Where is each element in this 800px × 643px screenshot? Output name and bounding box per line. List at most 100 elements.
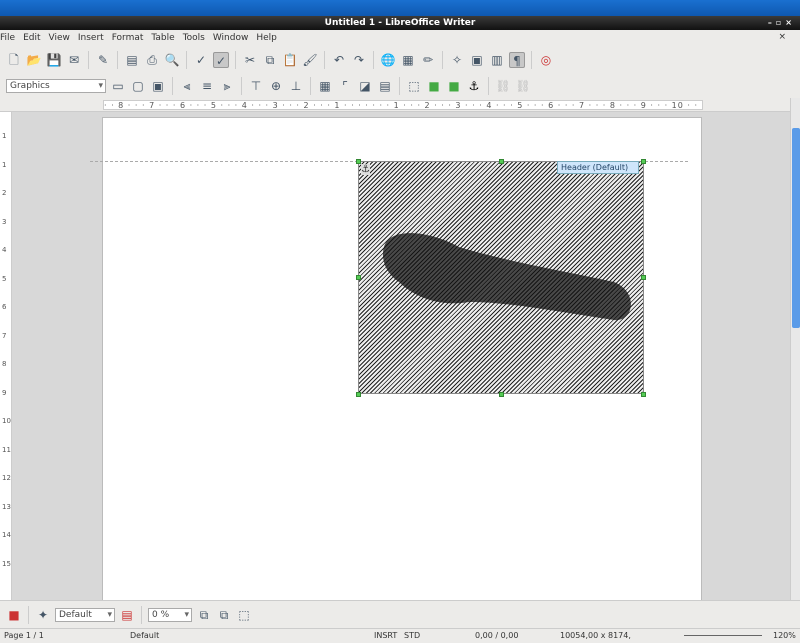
print-preview-icon[interactable]: 🔍	[164, 52, 180, 68]
undo-icon[interactable]: ↶	[331, 52, 347, 68]
wrap-through-icon[interactable]: ▣	[150, 78, 166, 94]
window-controls[interactable]: –▫×	[768, 16, 796, 30]
header-tag[interactable]: Header (Default)	[557, 161, 639, 174]
borders-icon[interactable]: ▦	[317, 78, 333, 94]
title-bar: Untitled 1 - LibreOffice Writer –▫×	[0, 16, 800, 30]
data-sources-icon[interactable]: ▥	[489, 52, 505, 68]
zoom-slider[interactable]	[684, 635, 762, 636]
graphics-mode-select[interactable]: Default	[55, 607, 115, 622]
align-right-icon[interactable]: ⫸	[219, 78, 235, 94]
filter-icon[interactable]: ✦	[35, 607, 51, 623]
ruler-tick-label: 7	[2, 331, 7, 340]
border-style-icon[interactable]: ⌜	[337, 78, 353, 94]
resize-handle[interactable]	[641, 159, 646, 164]
menu-view[interactable]: View	[49, 33, 70, 43]
desktop-panel	[0, 0, 800, 16]
resize-handle[interactable]	[356, 159, 361, 164]
ruler-tick-label: 14	[2, 531, 11, 539]
graphics-mode-icon[interactable]: ■	[6, 607, 22, 623]
resize-handle[interactable]	[499, 392, 504, 397]
resize-handle[interactable]	[641, 392, 646, 397]
shoe-shape	[382, 233, 631, 321]
color-icon[interactable]: ▤	[119, 607, 135, 623]
align-middle-icon[interactable]: ⊕	[268, 78, 284, 94]
unlink-frames-icon: ⛓	[495, 79, 511, 93]
menu-help[interactable]: Help	[256, 33, 277, 43]
menu-insert[interactable]: Insert	[78, 33, 104, 43]
horizontal-ruler[interactable]: · · 8 · · · 7 · · · 6 · · · 5 · · · 4 · …	[0, 98, 800, 112]
ruler-tick-label: 13	[2, 502, 11, 511]
transparency-field[interactable]: 0 %	[148, 607, 192, 622]
navigator-icon[interactable]: ✧	[449, 52, 465, 68]
ruler-tick-label: 8	[2, 360, 7, 368]
print-icon[interactable]: ⎙	[144, 52, 160, 68]
ruler-tick-label: 11	[2, 445, 11, 454]
frame-properties-icon[interactable]: ⬚	[406, 78, 422, 94]
border-color-icon[interactable]: ◪	[357, 78, 373, 94]
selection-mode[interactable]: STD	[404, 631, 420, 640]
mail-icon[interactable]: ✉	[66, 52, 82, 68]
frame-style-select[interactable]: Graphics	[6, 79, 106, 93]
send-to-back-icon[interactable]: ■	[446, 78, 462, 94]
vertical-scrollbar[interactable]	[790, 98, 800, 600]
selected-image[interactable]: ⚓	[358, 161, 644, 394]
formatting-marks-icon[interactable]: ¶	[509, 52, 525, 68]
copy-icon[interactable]: ⧉	[262, 52, 278, 68]
save-icon[interactable]: 💾	[46, 52, 62, 68]
resize-handle[interactable]	[356, 275, 361, 280]
page-style[interactable]: Default	[130, 631, 159, 640]
align-top-icon[interactable]: ⊤	[248, 78, 264, 94]
menu-edit[interactable]: Edit	[23, 33, 40, 43]
help-icon[interactable]: ◎	[538, 52, 554, 68]
autospellcheck-icon[interactable]: ✓	[213, 52, 229, 68]
bring-to-front-icon[interactable]: ■	[426, 78, 442, 94]
ruler-tick-label: 1	[2, 132, 7, 140]
menu-format[interactable]: Format	[112, 33, 144, 43]
menu-tools[interactable]: Tools	[183, 33, 205, 43]
image-toolbar: ■ ✦ Default ▤ 0 % ⧉ ⧉ ⬚	[0, 600, 800, 628]
ruler-scale: · · 8 · · · 7 · · · 6 · · · 5 · · · 4 · …	[103, 100, 703, 110]
edit-file-icon[interactable]: ✎	[95, 52, 111, 68]
resize-handle[interactable]	[356, 392, 361, 397]
vertical-ruler[interactable]: 1 1 2 3 4 5 6 7 8 9 10 11 12 13 14 15	[0, 112, 12, 600]
clone-formatting-icon[interactable]: 🖌	[302, 52, 318, 68]
crop-icon[interactable]: ⬚	[236, 607, 252, 623]
align-left-icon[interactable]: ⫷	[179, 78, 195, 94]
spellcheck-icon[interactable]: ✓	[193, 52, 209, 68]
zoom-level[interactable]: 120%	[773, 631, 796, 640]
frame-toolbar: Graphics ▭ ▢ ▣ ⫷ ≡ ⫸ ⊤ ⊕ ⊥ ▦ ⌜ ◪ ▤ ⬚ ■ ■…	[0, 74, 800, 98]
resize-handle[interactable]	[641, 275, 646, 280]
ruler-tick-label: 15	[2, 559, 11, 568]
flip-horizontal-icon[interactable]: ⧉	[216, 607, 232, 623]
redo-icon[interactable]: ↷	[351, 52, 367, 68]
hyperlink-icon[interactable]: 🌐	[380, 52, 396, 68]
ruler-tick-label: 5	[2, 274, 7, 283]
scrollbar-thumb[interactable]	[792, 128, 800, 328]
background-color-icon[interactable]: ▤	[377, 78, 393, 94]
align-bottom-icon[interactable]: ⊥	[288, 78, 304, 94]
insert-mode[interactable]: INSRT	[374, 631, 397, 640]
table-icon[interactable]: ▦	[400, 52, 416, 68]
menu-table[interactable]: Table	[151, 33, 174, 43]
open-icon[interactable]: 📂	[26, 52, 42, 68]
anchor-icon[interactable]: ⚓	[361, 164, 370, 175]
menu-file[interactable]: File	[0, 33, 15, 43]
wrap-off-icon[interactable]: ▭	[110, 78, 126, 94]
page-wrap-icon[interactable]: ▢	[130, 78, 146, 94]
menu-window[interactable]: Window	[213, 33, 249, 43]
cut-icon[interactable]: ✂	[242, 52, 258, 68]
gallery-icon[interactable]: ▣	[469, 52, 485, 68]
new-icon[interactable]: 🗋	[6, 52, 22, 68]
window-title: Untitled 1 - LibreOffice Writer	[324, 18, 476, 28]
paste-icon[interactable]: 📋	[282, 52, 298, 68]
menu-bar: File Edit View Insert Format Table Tools…	[0, 30, 800, 46]
close-document-icon[interactable]: ×	[778, 32, 786, 42]
flip-vertical-icon[interactable]: ⧉	[196, 607, 212, 623]
align-center-icon[interactable]: ≡	[199, 78, 215, 94]
resize-handle[interactable]	[499, 159, 504, 164]
anchor-icon[interactable]: ⚓	[466, 78, 482, 94]
draw-functions-icon[interactable]: ✏	[420, 52, 436, 68]
ruler-tick-label: 3	[2, 217, 7, 226]
export-pdf-icon[interactable]: ▤	[124, 52, 140, 68]
ruler-tick-label: 4	[2, 246, 7, 254]
